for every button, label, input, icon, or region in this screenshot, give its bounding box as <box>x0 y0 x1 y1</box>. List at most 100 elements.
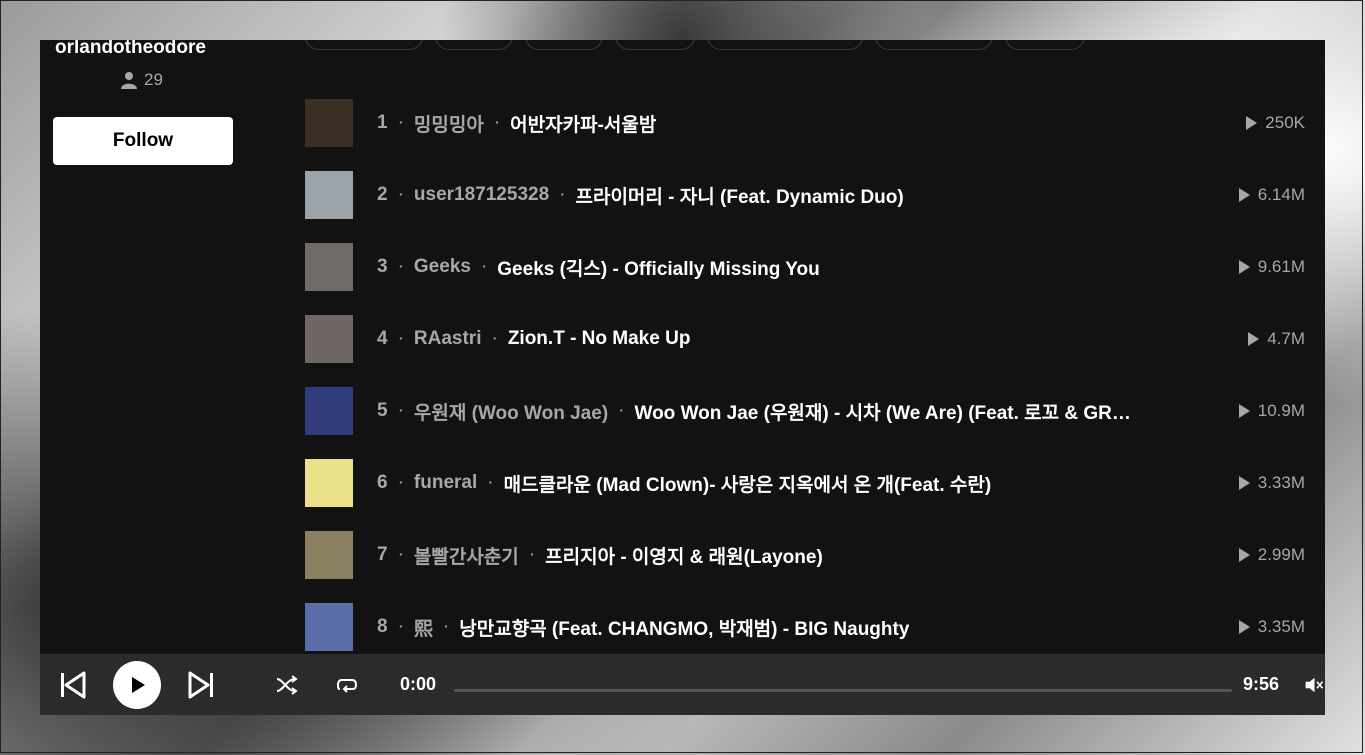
chip[interactable] <box>525 40 603 50</box>
play-count-value: 9.61M <box>1257 257 1305 276</box>
previous-button[interactable] <box>54 654 90 715</box>
track-number: 4 <box>377 328 388 349</box>
track-row[interactable]: 7 · 볼빨간사춘기 · 프리지아 - 이영지 & 래원(Layone) 2.99M <box>305 531 1305 579</box>
track-artwork[interactable] <box>305 243 353 291</box>
track-number: 2 <box>377 184 388 205</box>
chip[interactable] <box>435 40 513 50</box>
play-count-value: 6.14M <box>1257 185 1305 204</box>
track-row[interactable]: 6 · funeral · 매드클라운 (Mad Clown)- 사랑은 지옥에서 온 … <box>305 459 1305 507</box>
chip[interactable] <box>875 40 993 50</box>
track-artist[interactable]: 우원재 (Woo Won Jae) <box>414 398 608 425</box>
track-title[interactable]: Zion.T - No Make Up <box>508 328 691 350</box>
separator-dot: · <box>397 616 404 637</box>
separator-dot: · <box>397 328 404 349</box>
track-row[interactable]: 3 · Geeks · Geeks (긱스) - Officially Missing … <box>305 243 1305 291</box>
filter-chips <box>305 40 1085 50</box>
track-artwork[interactable] <box>305 459 353 507</box>
chip[interactable] <box>615 40 695 50</box>
track-artwork[interactable] <box>305 387 353 435</box>
track-row[interactable]: 1 · 밍밍밍아 · 어반자카파-서울밤 250K <box>305 99 1305 147</box>
play-count-icon <box>1238 620 1250 634</box>
chip[interactable] <box>707 40 863 50</box>
separator-dot: · <box>491 328 498 349</box>
separator-dot: · <box>618 400 625 421</box>
track-number: 5 <box>377 400 388 421</box>
track-number: 8 <box>377 616 388 637</box>
shuffle-icon <box>276 674 298 695</box>
track-artwork[interactable] <box>305 171 353 219</box>
play-count-icon <box>1238 476 1250 490</box>
play-count: 3.35M <box>1238 617 1305 637</box>
separator-dot: · <box>397 184 404 205</box>
play-count-icon <box>1238 260 1250 274</box>
track-artwork[interactable] <box>305 603 353 651</box>
track-artwork[interactable] <box>305 99 353 147</box>
volume-button[interactable] <box>1304 654 1325 715</box>
play-count-value: 4.7M <box>1267 329 1305 348</box>
play-circle <box>113 660 161 709</box>
followers-number: 29 <box>144 70 163 89</box>
track-title[interactable]: 매드클라운 (Mad Clown)- 사랑은 지옥에서 온 개(Feat. 수란… <box>504 470 992 497</box>
play-count: 3.33M <box>1238 473 1305 493</box>
progress-bar[interactable] <box>454 689 1232 692</box>
track-row[interactable]: 2 · user187125328 · 프라이머리 - 자니 (Feat. Dynami… <box>305 171 1305 219</box>
play-count: 10.9M <box>1238 401 1305 421</box>
separator-dot: · <box>397 400 404 421</box>
track-artist[interactable]: funeral <box>414 472 477 494</box>
track-title[interactable]: Woo Won Jae (우원재) - 시차 (We Are) (Feat. 로… <box>634 398 1134 425</box>
skip-next-icon <box>188 671 213 698</box>
shuffle-button[interactable] <box>272 654 302 715</box>
track-row[interactable]: 5 · 우원재 (Woo Won Jae) · Woo Won Jae (우원재) - … <box>305 387 1305 435</box>
track-number: 6 <box>377 472 388 493</box>
track-number: 3 <box>377 256 388 277</box>
play-count: 6.14M <box>1238 185 1305 205</box>
play-count-icon <box>1238 188 1250 202</box>
separator-dot: · <box>480 256 488 277</box>
chip[interactable] <box>305 40 423 50</box>
track-title[interactable]: Geeks (긱스) - Officially Missing You <box>497 254 820 281</box>
repeat-button[interactable] <box>332 654 362 715</box>
play-button[interactable] <box>113 654 161 715</box>
profile-sidebar: orlandotheodore 29 Follow <box>40 40 280 654</box>
followers-count[interactable]: 29 <box>120 70 163 90</box>
next-button[interactable] <box>184 654 220 715</box>
play-count-value: 10.9M <box>1257 401 1305 420</box>
play-count: 9.61M <box>1238 257 1305 277</box>
separator-dot: · <box>397 112 404 133</box>
track-artist[interactable]: 밍밍밍아 <box>414 110 484 137</box>
profile-panel: orlandotheodore 29 Follow 1 · 밍밍밍아 · 어반자카파-서… <box>40 40 1325 654</box>
track-title[interactable]: 어반자카파-서울밤 <box>510 110 656 137</box>
user-icon <box>121 72 137 89</box>
track-title[interactable]: 프리지아 - 이영지 & 래원(Layone) <box>545 542 823 569</box>
chip[interactable] <box>1005 40 1085 50</box>
track-row[interactable]: 4 · RAastri · Zion.T - No Make Up 4.7M <box>305 315 1305 363</box>
follow-button[interactable]: Follow <box>53 117 233 165</box>
track-title[interactable]: 프라이머리 - 자니 (Feat. Dynamic Duo) <box>575 182 903 209</box>
play-count-icon <box>1238 548 1250 562</box>
track-artist[interactable]: user187125328 <box>414 184 549 206</box>
track-artist[interactable]: 볼빨간사춘기 <box>414 542 519 569</box>
track-row[interactable]: 8 · 熙 · 낭만교향곡 (Feat. CHANGMO, 박재범) - BIG Nau… <box>305 603 1305 651</box>
separator-dot: · <box>397 544 404 565</box>
play-icon <box>132 676 145 693</box>
play-count: 4.7M <box>1248 329 1305 349</box>
play-count-value: 2.99M <box>1257 545 1305 564</box>
track-artist[interactable]: RAastri <box>414 328 482 350</box>
play-count-icon <box>1248 332 1260 346</box>
play-count-icon <box>1246 116 1258 130</box>
play-count-value: 3.33M <box>1257 473 1305 492</box>
track-artist[interactable]: Geeks <box>414 256 471 278</box>
track-artwork[interactable] <box>305 531 353 579</box>
play-count-value: 3.35M <box>1257 617 1305 636</box>
separator-dot: · <box>559 184 566 205</box>
track-title[interactable]: 낭만교향곡 (Feat. CHANGMO, 박재범) - BIG Naughty <box>459 614 909 641</box>
current-time: 0:00 <box>400 674 437 694</box>
profile-username[interactable]: orlandotheodore <box>55 40 206 59</box>
track-artwork[interactable] <box>305 315 353 363</box>
play-count-icon <box>1238 404 1250 418</box>
separator-dot: · <box>487 472 494 493</box>
play-count: 2.99M <box>1238 545 1305 565</box>
track-artist[interactable]: 熙 <box>414 614 433 641</box>
play-count: 250K <box>1246 113 1305 133</box>
skip-previous-icon <box>61 671 86 698</box>
